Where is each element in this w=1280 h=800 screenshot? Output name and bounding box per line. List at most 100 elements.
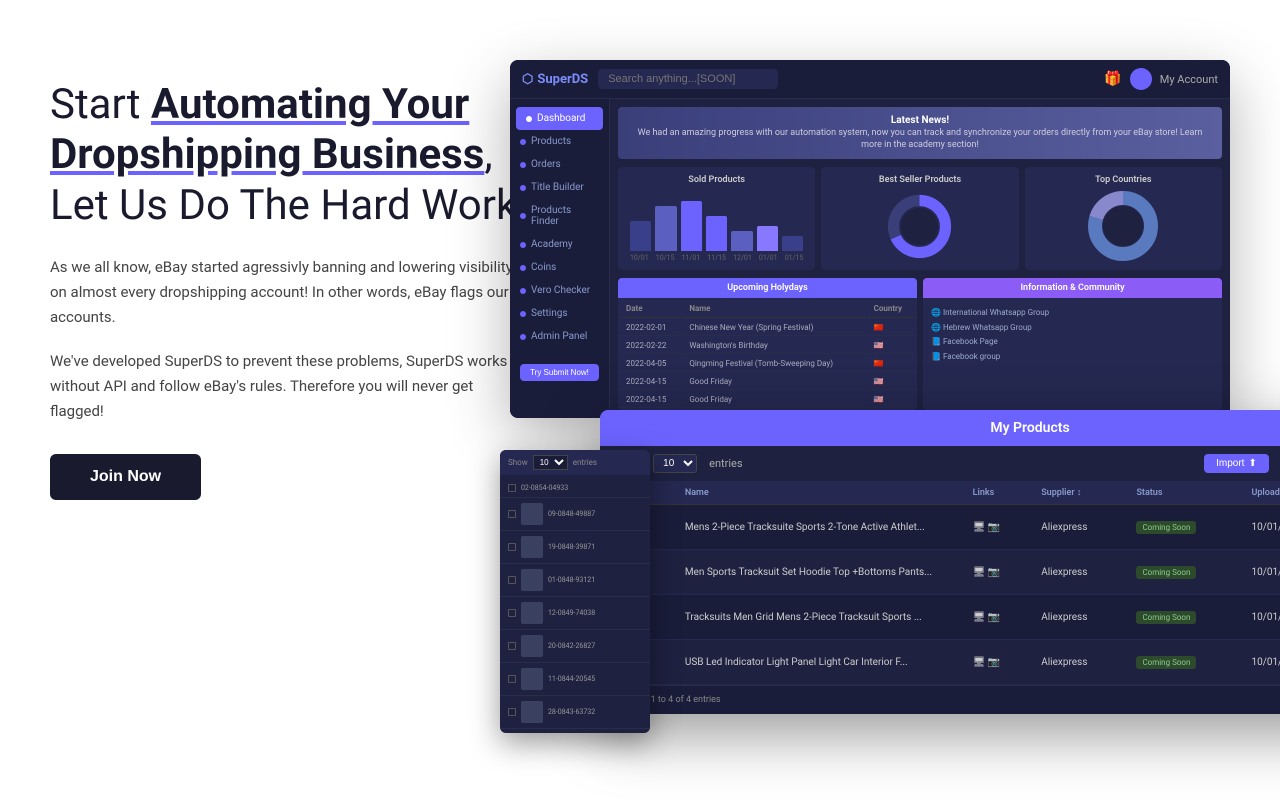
overlap-list-item: 11-0844-20545 xyxy=(500,663,650,696)
hero-description-2: We've developed SuperDS to prevent these… xyxy=(50,349,530,423)
product-supplier-cell: Aliexpress xyxy=(1031,550,1126,595)
topbar-right: 🎁 My Account xyxy=(1104,68,1218,90)
sidebar-label: Vero Checker xyxy=(531,285,590,296)
entries-label: entries xyxy=(709,457,742,470)
products-table: Image Name Links Supplier ↕ Status Uploa… xyxy=(600,481,1280,685)
sidebar-label: Title Builder xyxy=(531,182,584,193)
holiday-flag: 🇨🇳 xyxy=(868,356,915,372)
info-link-2[interactable]: 🌐 Hebrew Whatsapp Group xyxy=(931,321,1214,335)
hero-description-1: As we all know, eBay started agressivly … xyxy=(50,255,530,329)
status-badge: Coming Soon xyxy=(1136,656,1196,669)
overlap-list-item: 12-0849-74038 xyxy=(500,597,650,630)
news-text: We had an amazing progress with our auto… xyxy=(630,128,1210,151)
sidebar-dot xyxy=(520,288,526,294)
dashboard-sidebar: Dashboard Products Orders Title Builder xyxy=(510,99,610,418)
overlap-show-select[interactable]: 10 xyxy=(533,455,568,470)
sidebar-label: Academy xyxy=(531,239,573,250)
name-col-header: Name xyxy=(683,300,865,318)
page-wrapper: Start Automating Your Dropshipping Busin… xyxy=(0,0,1280,800)
overlap-list-item: 19-0848-39871 xyxy=(500,531,650,564)
sidebar-item-academy[interactable]: Academy xyxy=(510,233,609,256)
product-links-cell: 🖥 📷 xyxy=(963,640,1032,685)
top-countries-chart: Top Countries xyxy=(1025,167,1222,270)
sidebar-label: Settings xyxy=(531,308,568,319)
sidebar-item-coins[interactable]: Coins xyxy=(510,256,609,279)
heading-sub: Let Us Do The Hard Work! xyxy=(50,181,528,230)
product-date-cell: 10/01/2022 xyxy=(1241,595,1280,640)
product-name-cell: Men Sports Tracksuit Set Hoodie Top +Bot… xyxy=(675,550,963,595)
product-links-cell: 🖥 📷 xyxy=(963,595,1032,640)
news-banner: Latest News! We had an amazing progress … xyxy=(618,107,1222,159)
products-title: My Products xyxy=(600,410,1280,446)
sidebar-dot xyxy=(520,185,526,191)
overlap-list-item: 20-0842-26827 xyxy=(500,630,650,663)
sidebar-dot xyxy=(526,116,532,122)
join-now-button[interactable]: Join Now xyxy=(50,454,201,500)
show-select[interactable]: 10 25 50 xyxy=(653,454,697,473)
status-badge: Coming Soon xyxy=(1136,521,1196,534)
sidebar-item-dashboard[interactable]: Dashboard xyxy=(516,107,603,130)
sidebar-label: Admin Panel xyxy=(531,331,587,342)
link-icons: 🖥 📷 xyxy=(973,567,1001,578)
logo-icon: ⬡ xyxy=(522,72,533,87)
import-button[interactable]: Import ⬆ xyxy=(1204,454,1269,473)
info-card: Information & Community 🌐 International … xyxy=(923,278,1222,410)
sidebar-item-admin[interactable]: Admin Panel xyxy=(510,325,609,348)
dashboard-main: Latest News! We had an amazing progress … xyxy=(610,99,1230,418)
charts-row: Sold Products 10/011 xyxy=(618,167,1222,270)
best-seller-title: Best Seller Products xyxy=(829,175,1010,185)
product-status-cell: Coming Soon xyxy=(1126,550,1241,595)
sidebar-item-products[interactable]: Products xyxy=(510,130,609,153)
link-icons: 🖥 📷 xyxy=(973,657,1001,668)
donut-svg xyxy=(887,194,952,259)
overlap-list: 02-0854-04933 09-0848-49887 19-0848-3987… xyxy=(500,475,650,733)
bar-chart xyxy=(626,191,807,251)
holiday-row: 2022-02-01 Chinese New Year (Spring Fest… xyxy=(620,320,915,336)
sidebar-item-orders[interactable]: Orders xyxy=(510,153,609,176)
table-row: 🧥 Tracksuits Men Grid Mens 2-Piece Track… xyxy=(600,595,1280,640)
top-countries-title: Top Countries xyxy=(1033,175,1214,185)
product-name-cell: USB Led Indicator Light Panel Light Car … xyxy=(675,640,963,685)
sidebar-item-products-finder[interactable]: Products Finder xyxy=(510,199,609,233)
col-upload-date: Upload Date ↕ xyxy=(1241,481,1280,505)
info-link-4[interactable]: 📘 Facebook group xyxy=(931,350,1214,364)
link-icons: 🖥 📷 xyxy=(973,612,1001,623)
info-link-3[interactable]: 📘 Facebook Page xyxy=(931,335,1214,349)
sidebar-dot xyxy=(520,139,526,145)
table-row: 💡 USB Led Indicator Light Panel Light Ca… xyxy=(600,640,1280,685)
sold-products-title: Sold Products xyxy=(626,175,807,185)
sidebar-dot xyxy=(520,162,526,168)
overlap-list-item: 09-0848-49887 xyxy=(500,498,650,531)
sold-products-chart: Sold Products 10/011 xyxy=(618,167,815,270)
show-label: Show xyxy=(508,458,528,467)
overlap-list-item: 02-0854-04933 xyxy=(500,479,650,498)
overlap-list-item: 01-0848-93121 xyxy=(500,564,650,597)
col-supplier: Supplier ↕ xyxy=(1031,481,1126,505)
info-link-1[interactable]: 🌐 International Whatsapp Group xyxy=(931,306,1214,320)
link-icons: 🖥 📷 xyxy=(973,522,1001,533)
date-col-header: Date xyxy=(620,300,681,318)
product-date-cell: 10/01/2022 xyxy=(1241,505,1280,550)
holiday-date: 2022-04-15 xyxy=(620,374,681,390)
right-column: ⬡ SuperDS 🎁 My Account Dashboard xyxy=(550,60,1230,760)
sidebar-label: Orders xyxy=(531,159,561,170)
user-avatar xyxy=(1130,68,1152,90)
table-row: 👕 Mens 2-Piece Tracksuite Sports 2-Tone … xyxy=(600,505,1280,550)
holiday-name: Washington's Birthday xyxy=(683,338,865,354)
dashboard-search[interactable] xyxy=(598,69,778,89)
sidebar-item-title-builder[interactable]: Title Builder xyxy=(510,176,609,199)
product-status-cell: Coming Soon xyxy=(1126,595,1241,640)
holiday-name: Qingming Festival (Tomb-Sweeping Day) xyxy=(683,356,865,372)
holiday-row: 2022-04-05 Qingming Festival (Tomb-Sweep… xyxy=(620,356,915,372)
sidebar-item-settings[interactable]: Settings xyxy=(510,302,609,325)
status-badge: Coming Soon xyxy=(1136,611,1196,624)
overlap-header: Show 10 entries xyxy=(500,450,650,475)
products-footer: Showing 1 to 4 of 4 entries Previous 1 N… xyxy=(600,685,1280,714)
holiday-row: 2022-04-15 Good Friday 🇺🇸 xyxy=(620,374,915,390)
holiday-date: 2022-04-15 xyxy=(620,392,681,408)
sidebar-item-vero[interactable]: Vero Checker xyxy=(510,279,609,302)
col-name: Name xyxy=(675,481,963,505)
info-content: 🌐 International Whatsapp Group 🌐 Hebrew … xyxy=(923,298,1222,372)
product-links-cell: 🖥 📷 xyxy=(963,550,1032,595)
try-submit-button[interactable]: Try Submit Now! xyxy=(520,364,599,381)
